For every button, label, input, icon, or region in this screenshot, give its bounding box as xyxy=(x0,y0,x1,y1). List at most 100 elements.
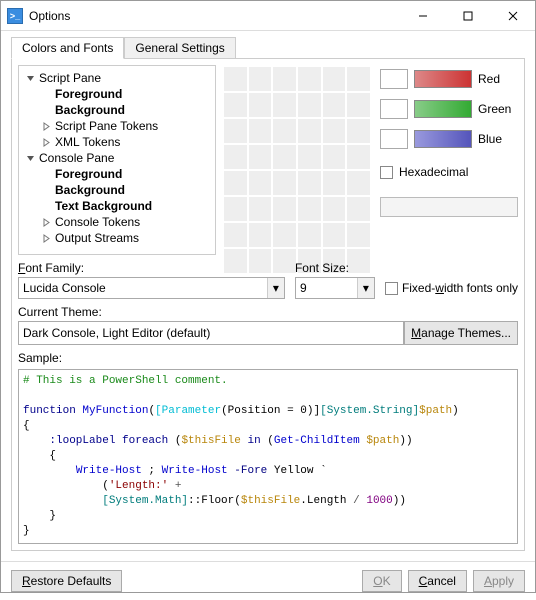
color-swatch[interactable] xyxy=(347,171,370,195)
tree-item-label: Console Pane xyxy=(39,151,114,165)
color-swatch[interactable] xyxy=(273,197,296,221)
sample-label: Sample: xyxy=(18,351,518,365)
color-swatch[interactable] xyxy=(298,145,321,169)
expander-open-icon[interactable] xyxy=(25,73,36,84)
color-tree[interactable]: Script PaneForegroundBackgroundScript Pa… xyxy=(18,65,216,255)
color-swatch[interactable] xyxy=(273,67,296,91)
color-swatch[interactable] xyxy=(347,93,370,117)
tree-item[interactable]: Foreground xyxy=(21,166,213,182)
color-swatch[interactable] xyxy=(323,119,346,143)
red-value[interactable] xyxy=(380,69,408,89)
color-swatch[interactable] xyxy=(249,223,272,247)
color-swatch[interactable] xyxy=(347,67,370,91)
hex-label: Hexadecimal xyxy=(399,165,468,179)
green-label: Green xyxy=(478,102,518,116)
font-size-label: Font Size: xyxy=(295,261,375,275)
cancel-button[interactable]: Cancel xyxy=(408,570,467,592)
tree-item[interactable]: Background xyxy=(21,102,213,118)
color-swatch[interactable] xyxy=(224,119,247,143)
maximize-button[interactable] xyxy=(445,1,490,30)
tree-item-label: Text Background xyxy=(55,199,152,213)
color-swatch-grid[interactable] xyxy=(222,65,372,255)
hex-dropdown[interactable] xyxy=(380,197,518,217)
expander-closed-icon[interactable] xyxy=(41,233,52,244)
color-swatch[interactable] xyxy=(249,171,272,195)
rgb-sliders: Red Green Blue Hexadecimal xyxy=(372,65,518,255)
color-swatch[interactable] xyxy=(298,93,321,117)
blue-value[interactable] xyxy=(380,129,408,149)
color-swatch[interactable] xyxy=(273,145,296,169)
tree-item[interactable]: XML Tokens xyxy=(21,134,213,150)
color-swatch[interactable] xyxy=(249,67,272,91)
tab-colors-fonts[interactable]: Colors and Fonts xyxy=(11,37,124,59)
color-swatch[interactable] xyxy=(249,197,272,221)
current-theme-value: Dark Console, Light Editor (default) xyxy=(18,321,404,345)
color-swatch[interactable] xyxy=(224,93,247,117)
tree-item[interactable]: Output Streams xyxy=(21,230,213,246)
color-swatch[interactable] xyxy=(249,119,272,143)
tree-item-label: Output Streams xyxy=(55,231,139,245)
color-swatch[interactable] xyxy=(224,67,247,91)
tab-general-settings[interactable]: General Settings xyxy=(124,37,235,59)
color-swatch[interactable] xyxy=(273,171,296,195)
color-swatch[interactable] xyxy=(224,171,247,195)
apply-button[interactable]: Apply xyxy=(473,570,525,592)
expander-closed-icon[interactable] xyxy=(41,121,52,132)
blue-slider[interactable] xyxy=(414,130,472,148)
color-swatch[interactable] xyxy=(347,119,370,143)
tree-item-label: Background xyxy=(55,183,125,197)
expander-closed-icon[interactable] xyxy=(41,137,52,148)
color-swatch[interactable] xyxy=(323,197,346,221)
green-slider[interactable] xyxy=(414,100,472,118)
chevron-down-icon: ▾ xyxy=(267,278,284,298)
color-swatch[interactable] xyxy=(298,171,321,195)
options-window: >_ Options Colors and Fonts General Sett… xyxy=(0,0,536,593)
color-swatch[interactable] xyxy=(224,145,247,169)
color-swatch[interactable] xyxy=(347,223,370,247)
color-swatch[interactable] xyxy=(298,119,321,143)
color-swatch[interactable] xyxy=(323,145,346,169)
hex-checkbox[interactable] xyxy=(380,166,393,179)
color-swatch[interactable] xyxy=(298,197,321,221)
tree-item[interactable]: Script Pane xyxy=(21,70,213,86)
color-swatch[interactable] xyxy=(224,197,247,221)
color-swatch[interactable] xyxy=(298,67,321,91)
color-swatch[interactable] xyxy=(249,93,272,117)
color-swatch[interactable] xyxy=(323,171,346,195)
color-swatch[interactable] xyxy=(249,145,272,169)
tree-item-label: Script Pane Tokens xyxy=(55,119,158,133)
color-swatch[interactable] xyxy=(273,223,296,247)
tree-item[interactable]: Text Background xyxy=(21,198,213,214)
ok-button[interactable]: OK xyxy=(362,570,401,592)
color-swatch[interactable] xyxy=(347,197,370,221)
color-swatch[interactable] xyxy=(273,93,296,117)
tree-item[interactable]: Script Pane Tokens xyxy=(21,118,213,134)
minimize-button[interactable] xyxy=(400,1,445,30)
color-swatch[interactable] xyxy=(323,223,346,247)
tree-item[interactable]: Background xyxy=(21,182,213,198)
tree-item-label: Foreground xyxy=(55,87,122,101)
current-theme-label: Current Theme: xyxy=(18,305,518,319)
restore-defaults-button[interactable]: Restore Defaults xyxy=(11,570,122,592)
fixed-width-checkbox[interactable] xyxy=(385,282,398,295)
manage-themes-button[interactable]: Manage Themes... xyxy=(404,321,518,345)
close-button[interactable] xyxy=(490,1,535,30)
expander-open-icon[interactable] xyxy=(25,153,36,164)
font-size-select[interactable]: 9▾ xyxy=(295,277,375,299)
tree-item[interactable]: Console Pane xyxy=(21,150,213,166)
color-swatch[interactable] xyxy=(273,119,296,143)
tree-item[interactable]: Console Tokens xyxy=(21,214,213,230)
font-family-select[interactable]: Lucida Console▾ xyxy=(18,277,285,299)
tree-item-label: Background xyxy=(55,103,125,117)
expander-closed-icon[interactable] xyxy=(41,217,52,228)
color-swatch[interactable] xyxy=(323,67,346,91)
color-swatch[interactable] xyxy=(323,93,346,117)
green-value[interactable] xyxy=(380,99,408,119)
color-swatch[interactable] xyxy=(224,223,247,247)
tree-item[interactable]: Foreground xyxy=(21,86,213,102)
color-swatch[interactable] xyxy=(347,145,370,169)
color-swatch[interactable] xyxy=(298,223,321,247)
red-slider[interactable] xyxy=(414,70,472,88)
tree-item-label: XML Tokens xyxy=(55,135,120,149)
window-title: Options xyxy=(29,9,400,23)
